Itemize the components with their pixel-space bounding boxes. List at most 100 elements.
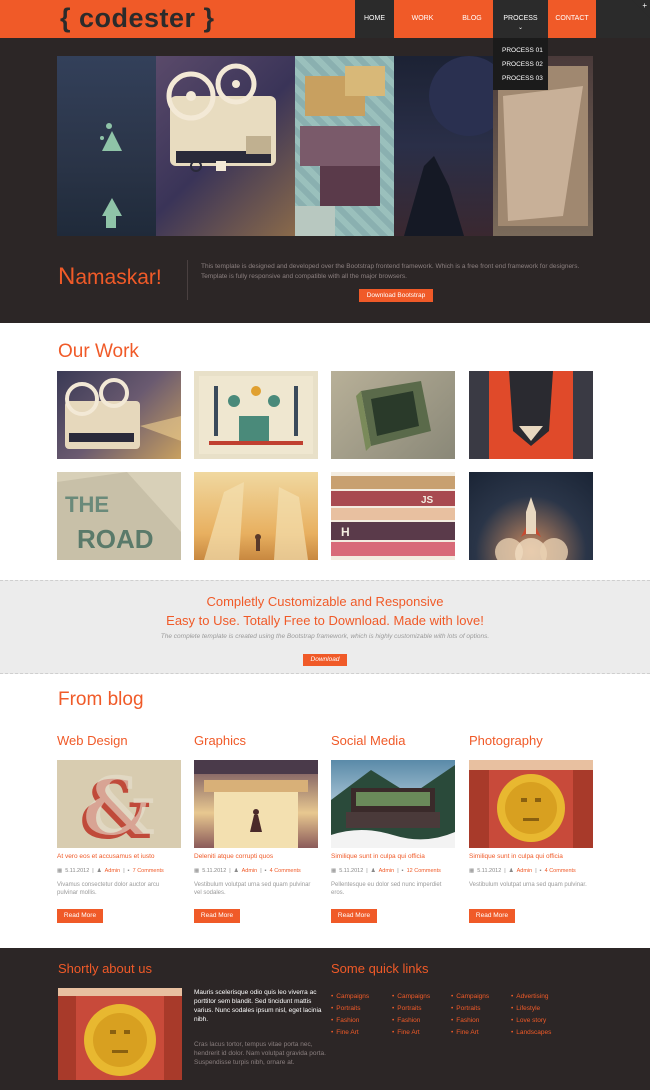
quick-link[interactable]: • Love story bbox=[511, 1017, 571, 1024]
post-date: 5.11.2012 bbox=[339, 868, 364, 874]
hero-panel-3 bbox=[295, 56, 394, 236]
quick-link[interactable]: • Landscapes bbox=[511, 1029, 571, 1036]
quick-link[interactable]: • Campaigns bbox=[451, 993, 511, 1000]
corner-tab[interactable] bbox=[632, 0, 650, 18]
blog-post-2: Graphics Deleniti atque corrupti quos ▦ 5… bbox=[194, 733, 318, 923]
post-comments[interactable]: 7 Comments bbox=[133, 868, 164, 874]
download-bootstrap-button[interactable]: Download Bootstrap bbox=[359, 289, 433, 302]
blog-post-image[interactable] bbox=[194, 760, 318, 848]
quick-link[interactable]: • Fashion bbox=[392, 1017, 451, 1024]
hero-panel-2 bbox=[156, 56, 295, 236]
post-date: 5.11.2012 bbox=[202, 868, 227, 874]
post-date: 5.11.2012 bbox=[477, 868, 502, 874]
quick-link[interactable]: • Fashion bbox=[451, 1017, 511, 1024]
quick-link[interactable]: • Fashion bbox=[331, 1017, 392, 1024]
quick-link[interactable]: • Fine Art bbox=[392, 1029, 451, 1036]
post-author[interactable]: Admin bbox=[517, 868, 533, 874]
quick-link[interactable]: • Campaigns bbox=[392, 993, 451, 1000]
work-thumb-6[interactable] bbox=[194, 472, 318, 560]
nav-menu: HOME WORK BLOG PROCESS ⌄ CONTACT bbox=[355, 0, 596, 38]
about-text-secondary: Cras lacus tortor, tempus vitae porta ne… bbox=[194, 1041, 326, 1066]
quick-link[interactable]: • Lifestyle bbox=[511, 1005, 571, 1012]
about-title: Shortly about us bbox=[58, 961, 152, 976]
work-thumb-1[interactable] bbox=[57, 371, 181, 459]
post-author[interactable]: Admin bbox=[105, 868, 121, 874]
blog-post-meta: ▦ 5.11.2012 | ♟ Admin | ▪ 12 Comments bbox=[331, 868, 441, 874]
hero-description: This template is designed and developed … bbox=[201, 263, 580, 280]
work-thumb-4[interactable] bbox=[469, 371, 593, 459]
post-date: 5.11.2012 bbox=[65, 868, 90, 874]
dropdown-item-process-03[interactable]: PROCESS 03 bbox=[493, 72, 548, 86]
calendar-icon: ▦ bbox=[331, 868, 337, 874]
read-more-button[interactable]: Read More bbox=[469, 909, 515, 923]
dropdown-item-process-02[interactable]: PROCESS 02 bbox=[493, 58, 548, 72]
nav-item-process-label: PROCESS bbox=[503, 15, 538, 22]
work-thumb-8[interactable] bbox=[469, 472, 593, 560]
nav-item-blog[interactable]: BLOG bbox=[451, 0, 493, 38]
blog-post-image[interactable]: & & bbox=[57, 760, 181, 848]
work-thumb-5[interactable]: THE ROAD bbox=[57, 472, 181, 560]
dropdown-item-process-01[interactable]: PROCESS 01 bbox=[493, 44, 548, 58]
svg-text:THE: THE bbox=[65, 492, 109, 517]
read-more-button[interactable]: Read More bbox=[194, 909, 240, 923]
calendar-icon: ▦ bbox=[57, 868, 63, 874]
quick-link[interactable]: • Fine Art bbox=[451, 1029, 511, 1036]
download-button[interactable]: Download bbox=[303, 654, 347, 666]
site-logo[interactable]: { codester } bbox=[60, 3, 215, 34]
work-thumb-7[interactable]: H JS bbox=[331, 472, 455, 560]
comment-icon: ▪ bbox=[401, 868, 404, 874]
post-comments[interactable]: 4 Comments bbox=[270, 868, 301, 874]
user-icon: ♟ bbox=[233, 868, 239, 874]
blog-post-excerpt: Pellentesque eu dolor sed nunc imperdiet… bbox=[331, 882, 442, 896]
blog-post-title[interactable]: Photography bbox=[469, 733, 593, 753]
blog-post-subtitle[interactable]: Deleniti atque corrupti quos bbox=[194, 853, 273, 860]
user-icon: ♟ bbox=[370, 868, 376, 874]
blog-post-title[interactable]: Social Media bbox=[331, 733, 455, 753]
blog-post-title[interactable]: Web Design bbox=[57, 733, 181, 753]
read-more-button[interactable]: Read More bbox=[331, 909, 377, 923]
svg-text:ROAD: ROAD bbox=[77, 524, 154, 554]
our-work-title: Our Work bbox=[58, 341, 139, 362]
nav-item-process[interactable]: PROCESS ⌄ bbox=[493, 0, 548, 38]
post-author[interactable]: Admin bbox=[242, 868, 258, 874]
quick-link[interactable]: • Portraits bbox=[392, 1005, 451, 1012]
blog-post-4: Photography Similique sunt in culpa qui … bbox=[469, 733, 593, 923]
comment-icon: ▪ bbox=[127, 868, 130, 874]
blog-post-meta: ▦ 5.11.2012 | ♟ Admin | ▪ 7 Comments bbox=[57, 868, 164, 874]
blog-post-title[interactable]: Graphics bbox=[194, 733, 318, 753]
about-text: Mauris scelerisque odio quis leo viverra… bbox=[194, 989, 322, 1023]
quick-link[interactable]: • Fine Art bbox=[331, 1029, 392, 1036]
comment-icon: ▪ bbox=[264, 868, 267, 874]
quick-link[interactable]: • Portraits bbox=[451, 1005, 511, 1012]
plus-icon[interactable]: + bbox=[642, 1, 647, 10]
post-comments[interactable]: 4 Comments bbox=[545, 868, 576, 874]
blog-post-subtitle[interactable]: At vero eos et accusamus et iusto bbox=[57, 853, 155, 860]
svg-text:JS: JS bbox=[421, 495, 434, 506]
quick-link[interactable]: • Portraits bbox=[331, 1005, 392, 1012]
quick-link[interactable]: • Advertising bbox=[511, 993, 571, 1000]
read-more-button[interactable]: Read More bbox=[57, 909, 103, 923]
work-thumb-2[interactable] bbox=[194, 371, 318, 459]
blog-post-excerpt: Vestibulum volutpat urna sed quam pulvin… bbox=[469, 882, 587, 888]
blog-post-subtitle[interactable]: Similique sunt in culpa qui officia bbox=[331, 853, 425, 860]
nav-item-work[interactable]: WORK bbox=[394, 0, 451, 38]
svg-text:&: & bbox=[83, 760, 155, 848]
nav-item-home[interactable]: HOME bbox=[355, 0, 394, 38]
top-navbar: { codester } HOME WORK BLOG PROCESS ⌄ CO… bbox=[0, 0, 650, 38]
blog-post-subtitle[interactable]: Similique sunt in culpa qui officia bbox=[469, 853, 563, 860]
nav-item-contact[interactable]: CONTACT bbox=[548, 0, 596, 38]
promo-banner: Completly Customizable and Responsive Ea… bbox=[0, 580, 650, 674]
quick-link[interactable]: • Campaigns bbox=[331, 993, 392, 1000]
work-thumb-3[interactable] bbox=[331, 371, 455, 459]
calendar-icon: ▦ bbox=[469, 868, 475, 874]
footer: Shortly about us Mauris scelerisque odio… bbox=[0, 948, 650, 1090]
comment-icon: ▪ bbox=[539, 868, 542, 874]
user-icon: ♟ bbox=[96, 868, 102, 874]
hero-divider bbox=[187, 260, 188, 300]
blog-post-image[interactable] bbox=[469, 760, 593, 848]
post-author[interactable]: Admin bbox=[379, 868, 395, 874]
post-comments[interactable]: 12 Comments bbox=[407, 868, 441, 874]
blog-post-image[interactable] bbox=[331, 760, 455, 848]
blog-post-1: Web Design & & At vero eos et accusamus e… bbox=[57, 733, 181, 923]
blog-post-3: Social Media Similique sunt in culpa qui… bbox=[331, 733, 455, 923]
